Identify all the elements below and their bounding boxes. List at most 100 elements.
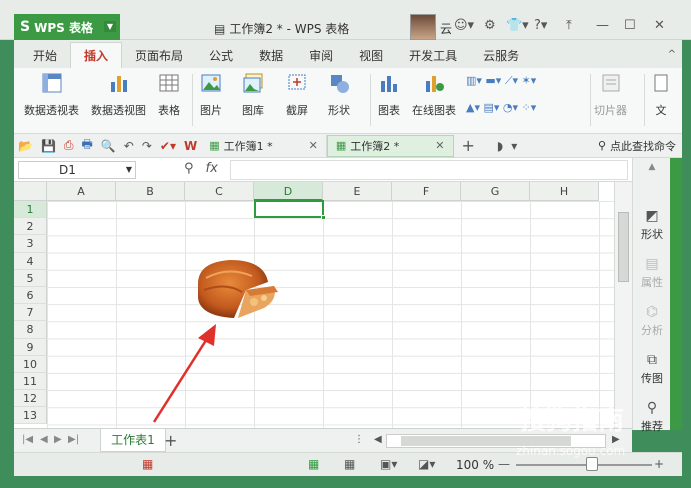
text-button[interactable]: 文 <box>650 72 672 118</box>
tab-formulas[interactable]: 公式 <box>196 42 246 68</box>
picture-button[interactable]: 图片 <box>200 72 222 118</box>
row-header[interactable]: 8 <box>14 321 47 339</box>
doc-tab-workbook1[interactable]: ▦ 工作簿1 * ✕ <box>201 134 327 157</box>
row-header[interactable]: 2 <box>14 218 47 236</box>
save-icon[interactable]: 💾 <box>41 139 56 153</box>
app-menu-button[interactable]: S WPS 表格 ▼ <box>14 14 120 40</box>
next-sheet-icon[interactable]: ▶ <box>54 434 62 445</box>
tab-menu-icon[interactable]: ▾ <box>511 139 517 153</box>
restore-icon[interactable]: ⤒ <box>566 18 572 33</box>
undo-icon[interactable]: ↶ <box>124 139 134 153</box>
prev-sheet-icon[interactable]: ◀ <box>40 434 48 445</box>
shape-button[interactable]: 形状 <box>328 72 350 118</box>
doc-tab-workbook2[interactable]: ▦ 工作簿2 * ✕ <box>326 134 454 157</box>
chart-button[interactable]: 图表 <box>378 72 400 118</box>
column-header-a[interactable]: A <box>47 182 116 201</box>
tab-cloud[interactable]: 云服务 <box>470 42 532 68</box>
name-box[interactable]: D1 ▼ <box>18 161 136 179</box>
function-button[interactable]: ⚲ fx <box>184 161 218 176</box>
minimize-icon[interactable]: — <box>596 18 609 33</box>
settings-icon[interactable]: ⚙ <box>484 18 496 33</box>
panel-shape-button[interactable]: ◩ 形状 <box>633 208 671 242</box>
vertical-scrollbar[interactable] <box>614 182 632 428</box>
add-sheet-icon[interactable]: + <box>164 431 177 450</box>
close-tab-icon[interactable]: ✕ <box>435 139 444 152</box>
column-header-c[interactable]: C <box>185 182 254 201</box>
pivot-chart-button[interactable]: 数据透视图 <box>91 72 146 118</box>
avatar[interactable] <box>410 14 436 40</box>
chart-type-gallery[interactable]: ▥▾ ▬▾ ⟋▾ ✶▾ ▲▾ ▤▾ ◔▾ ⁘▾ <box>466 74 536 114</box>
tab-view[interactable]: 视图 <box>346 42 396 68</box>
command-search[interactable]: ⚲ 点此查找命令 <box>598 138 676 154</box>
cell-grid[interactable] <box>47 201 614 428</box>
zoom-level[interactable]: 100 % <box>456 458 494 472</box>
spreadsheet-grid[interactable]: A B C D E F G H 1 2 3 4 5 6 7 8 9 10 11 … <box>14 182 614 428</box>
row-header[interactable]: 10 <box>14 355 47 373</box>
print-icon[interactable]: 🖶 <box>82 135 93 156</box>
skin-icon[interactable]: 👕▾ <box>506 18 529 33</box>
first-sheet-icon[interactable]: |◀ <box>22 434 33 445</box>
tab-developer[interactable]: 开发工具 <box>396 42 470 68</box>
panel-push-button[interactable]: ⚲ 推荐 <box>633 400 671 434</box>
zoom-icon[interactable]: ⚲ <box>184 161 194 176</box>
column-header-d[interactable]: D <box>254 182 323 201</box>
tab-more-icon[interactable]: ⋮ <box>354 434 364 445</box>
panel-toggle-strip[interactable] <box>670 158 682 430</box>
customize-icon[interactable]: ✔▾ <box>160 139 176 153</box>
row-header[interactable]: 9 <box>14 338 47 356</box>
inserted-mooncake-image[interactable] <box>188 256 282 322</box>
ribbon-collapse-icon[interactable]: ^ <box>668 49 676 60</box>
row-header[interactable]: 6 <box>14 286 47 305</box>
column-header-e[interactable]: E <box>323 182 392 201</box>
print-preview-icon[interactable]: 🔍 <box>101 139 116 153</box>
row-header[interactable]: 11 <box>14 372 47 391</box>
row-header[interactable]: 5 <box>14 269 47 287</box>
tab-page-layout[interactable]: 页面布局 <box>122 42 196 68</box>
macro-record-icon[interactable]: ▦ <box>142 457 153 471</box>
close-tab-icon[interactable]: ✕ <box>309 139 318 152</box>
zoom-slider[interactable] <box>516 464 652 466</box>
selected-cell-d1[interactable] <box>254 200 326 220</box>
row-header[interactable]: 4 <box>14 252 47 270</box>
column-header-f[interactable]: F <box>392 182 461 201</box>
row-header[interactable]: 1 <box>14 201 47 219</box>
table-button[interactable]: 表格 <box>158 72 180 118</box>
scroll-left-icon[interactable]: ◀ <box>374 434 382 445</box>
wps-home-icon[interactable]: W <box>184 139 197 153</box>
fill-handle[interactable] <box>321 215 326 220</box>
chevron-down-icon[interactable]: ▼ <box>103 21 116 32</box>
screenshot-button[interactable]: 截屏 <box>286 72 308 118</box>
page-break-view-icon[interactable]: ▦ <box>344 457 355 471</box>
panel-scroll-up-icon[interactable]: ▲ <box>633 162 671 172</box>
row-header[interactable]: 13 <box>14 407 47 425</box>
panel-analysis-button[interactable]: ⌬ 分析 <box>633 304 671 338</box>
chevron-down-icon[interactable]: ▼ <box>126 162 132 178</box>
maximize-icon[interactable]: ☐ <box>624 18 636 33</box>
online-chart-button[interactable]: 在线图表 <box>412 72 456 118</box>
column-header-b[interactable]: B <box>116 182 185 201</box>
column-header-h[interactable]: H <box>530 182 599 201</box>
row-header[interactable]: 3 <box>14 235 47 253</box>
user-name[interactable]: 云 <box>440 20 452 37</box>
tab-insert[interactable]: 插入 <box>70 42 123 68</box>
zoom-slider-knob[interactable] <box>586 457 598 471</box>
user-menu-icon[interactable]: ☺▾ <box>454 18 474 33</box>
row-header[interactable]: 12 <box>14 390 47 408</box>
column-header-g[interactable]: G <box>461 182 530 201</box>
sheet-tab-sheet1[interactable]: 工作表1 <box>100 429 166 452</box>
tab-data[interactable]: 数据 <box>246 42 296 68</box>
normal-view-icon[interactable]: ▦ <box>308 457 319 471</box>
redo-icon[interactable]: ↷ <box>142 139 152 153</box>
tab-list-icon[interactable]: ◗ <box>497 139 503 153</box>
gallery-button[interactable]: 图库 <box>242 72 264 118</box>
vertical-scroll-thumb[interactable] <box>618 212 629 282</box>
tab-review[interactable]: 审阅 <box>296 42 346 68</box>
panel-property-button[interactable]: ▤ 属性 <box>633 256 671 290</box>
pivot-table-button[interactable]: 数据透视表 <box>24 72 79 118</box>
panel-transfer-button[interactable]: ⧉ 传图 <box>633 352 671 386</box>
export-pdf-icon[interactable]: ⎙ <box>64 138 74 153</box>
new-tab-icon[interactable]: + <box>462 136 475 155</box>
select-all-corner[interactable] <box>14 182 47 201</box>
zoom-out-icon[interactable]: — <box>498 457 510 471</box>
tab-home[interactable]: 开始 <box>20 42 70 68</box>
